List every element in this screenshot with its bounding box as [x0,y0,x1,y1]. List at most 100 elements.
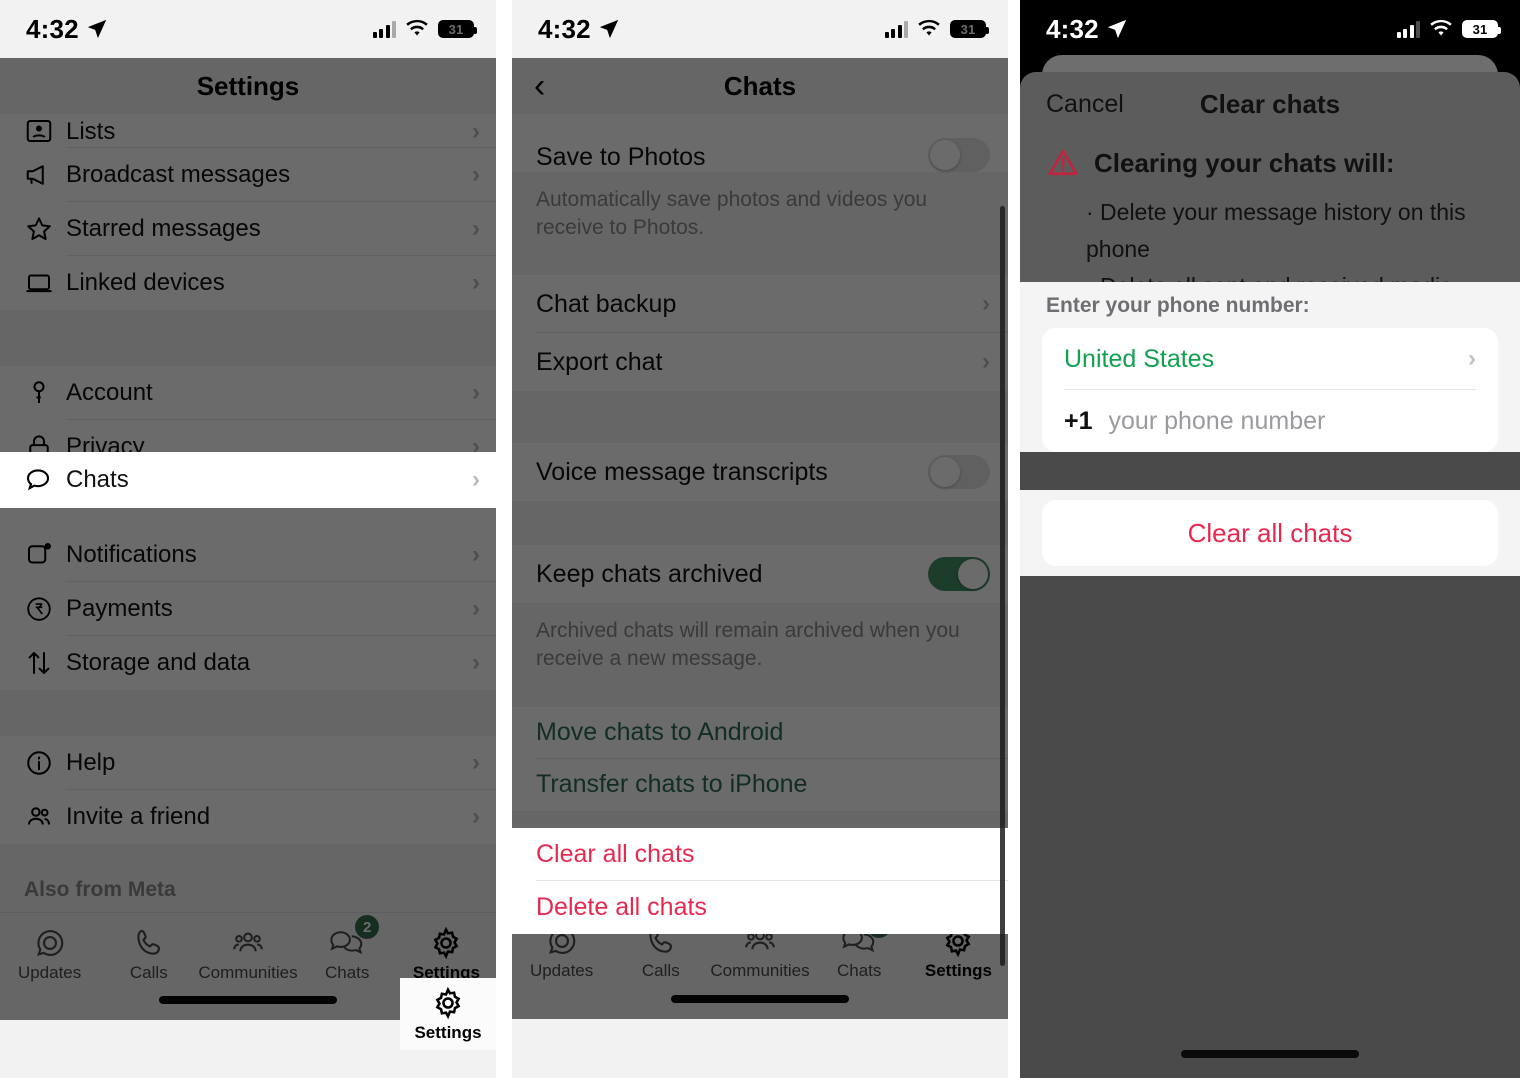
row-label: Voice message transcripts [536,457,828,486]
row-delete-all-chats[interactable]: Delete all chats [512,881,1008,934]
voice-transcripts-group: Voice message transcripts [512,443,1008,502]
row-label: Clear all chats [536,840,695,868]
sidebar-item-account[interactable]: Account › [0,366,496,420]
clear-all-chats-button[interactable]: Clear all chats [1042,500,1498,566]
group-gap [512,690,1008,707]
sidebar-item-label: Storage and data [66,649,251,676]
row-transfer-chats-to-iphone[interactable]: Transfer chats to iPhone [512,758,1008,811]
sidebar-item-label: Linked devices [66,269,225,296]
highlight-tab-settings[interactable]: Settings [400,978,496,1050]
tab-chats[interactable]: 2 Chats [298,913,397,989]
phone-input-placeholder[interactable]: your phone number [1109,407,1326,436]
sidebar-item-payments[interactable]: Payments › [0,582,496,636]
settings-group-2: Account › Privacy › Notifications › Paym… [0,366,496,690]
toggle-save-to-photos[interactable] [928,138,990,172]
sidebar-item-linked-devices[interactable]: Linked devices › [0,256,496,310]
warning-block: Clearing your chats will: · Delete your … [1020,136,1520,304]
status-bar: 4:32 31 [1020,0,1520,58]
row-export-chat[interactable]: Export chat › [512,333,1008,392]
group-gap [512,501,1008,546]
location-arrow-icon [599,19,619,39]
keep-archived-group: Keep chats archived [512,545,1008,604]
tab-label: Updates [529,961,594,981]
row-label: Delete all chats [536,893,707,921]
country-value: United States [1064,344,1215,373]
warning-triangle-icon [1048,149,1078,176]
tab-label: Settings [924,961,992,981]
modal-nav-bar: Cancel Clear chats [1020,72,1520,136]
page-title: Chats [723,70,797,101]
back-button[interactable]: ‹ [534,69,545,103]
sidebar-item-notifications[interactable]: Notifications › [0,528,496,582]
tab-updates[interactable]: Updates [0,913,99,989]
row-save-to-photos[interactable]: Save to Photos [512,114,1008,172]
nav-bar: Settings [0,58,496,114]
communities-icon [233,932,263,951]
group-gap [512,391,1008,444]
tab-label: Updates [17,962,82,982]
sidebar-item-label: Chats [66,466,129,493]
phone-panel-clear-chats-modal: 4:32 31 Cancel Clear chats Clearing your… [1020,0,1520,1078]
chevron-right-icon: › [472,595,480,622]
status-bar: 4:32 31 [512,0,1008,58]
tab-communities[interactable]: Communities [198,913,298,989]
status-time: 4:32 [26,13,79,44]
sidebar-item-label: Account [66,379,153,406]
location-arrow-icon [1107,19,1127,39]
page-title: Settings [196,70,300,101]
chevron-right-icon: › [472,215,480,242]
status-indicators: 31 [884,20,989,38]
status-indicators: 31 [1396,20,1501,38]
chevron-right-icon: › [472,466,480,493]
row-label: Keep chats archived [536,559,763,588]
status-time: 4:32 [538,13,591,44]
wifi-icon [1430,20,1452,36]
sidebar-item-lists[interactable]: Lists › [0,114,496,148]
row-chat-backup[interactable]: Chat backup › [512,275,1008,334]
sidebar-item-label: Broadcast messages [66,161,291,188]
tab-label: Chats [325,962,370,982]
sidebar-item-chats[interactable]: Chats › [0,452,496,508]
settings-scroll[interactable]: Lists › Broadcast messages › Starred mes… [0,114,496,1020]
group-gap [0,844,496,868]
tab-calls[interactable]: Calls [99,913,198,989]
highlight-chats-row: Chats › [0,452,496,508]
row-label: Move chats to Android [536,718,784,747]
sidebar-item-help[interactable]: Help › [0,736,496,790]
sidebar-item-storage-and-data[interactable]: Storage and data › [0,636,496,690]
megaphone-icon [24,160,66,190]
row-voice-message-transcripts[interactable]: Voice message transcripts [512,443,1008,502]
tab-label: Chats [837,961,882,981]
phone-number-label: Enter your phone number: [1046,294,1310,317]
sidebar-item-invite-a-friend[interactable]: Invite a friend › [0,790,496,844]
sidebar-item-broadcast-messages[interactable]: Broadcast messages › [0,148,496,202]
desc-save-to-photos: Automatically save photos and videos you… [512,172,1008,260]
country-selector[interactable]: United States › [1042,328,1498,390]
home-indicator [671,994,849,1003]
panel1-dimmed-content: 4:32 31 Settings Lists › Broadcast messa… [0,0,496,1020]
phone-number-input-row[interactable]: +1 your phone number [1042,390,1498,452]
vertical-scrollbar[interactable] [1000,206,1005,966]
row-keep-chats-archived[interactable]: Keep chats archived [512,545,1008,604]
toggle-voice-transcripts[interactable] [928,455,990,490]
highlight-clear-all-chats-button: Clear all chats [1020,490,1520,576]
status-time: 4:32 [1046,13,1099,44]
row-clear-all-chats[interactable]: Clear all chats [512,828,1008,881]
row-move-chats-to-android[interactable]: Move chats to Android [512,706,1008,759]
cellular-signal-icon [1396,20,1420,38]
tab-label: Settings [414,1022,482,1042]
chevron-right-icon: › [982,290,990,318]
sidebar-item-starred-messages[interactable]: Starred messages › [0,202,496,256]
modal-lower-dim [1020,576,1520,1078]
battery-icon: 31 [438,20,477,38]
battery-icon: 31 [950,20,989,38]
tab-label: Communities [710,961,810,981]
toggle-keep-chats-archived[interactable] [928,557,990,592]
sidebar-item-label: Payments [66,595,173,622]
sidebar-item-label: Notifications [66,541,197,568]
chevron-right-icon: › [472,803,480,830]
updates-icon [36,929,63,956]
group-header-also-from-meta: Also from Meta [0,868,496,912]
cancel-button[interactable]: Cancel [1046,90,1124,119]
status-time-group: 4:32 [1046,14,1128,45]
